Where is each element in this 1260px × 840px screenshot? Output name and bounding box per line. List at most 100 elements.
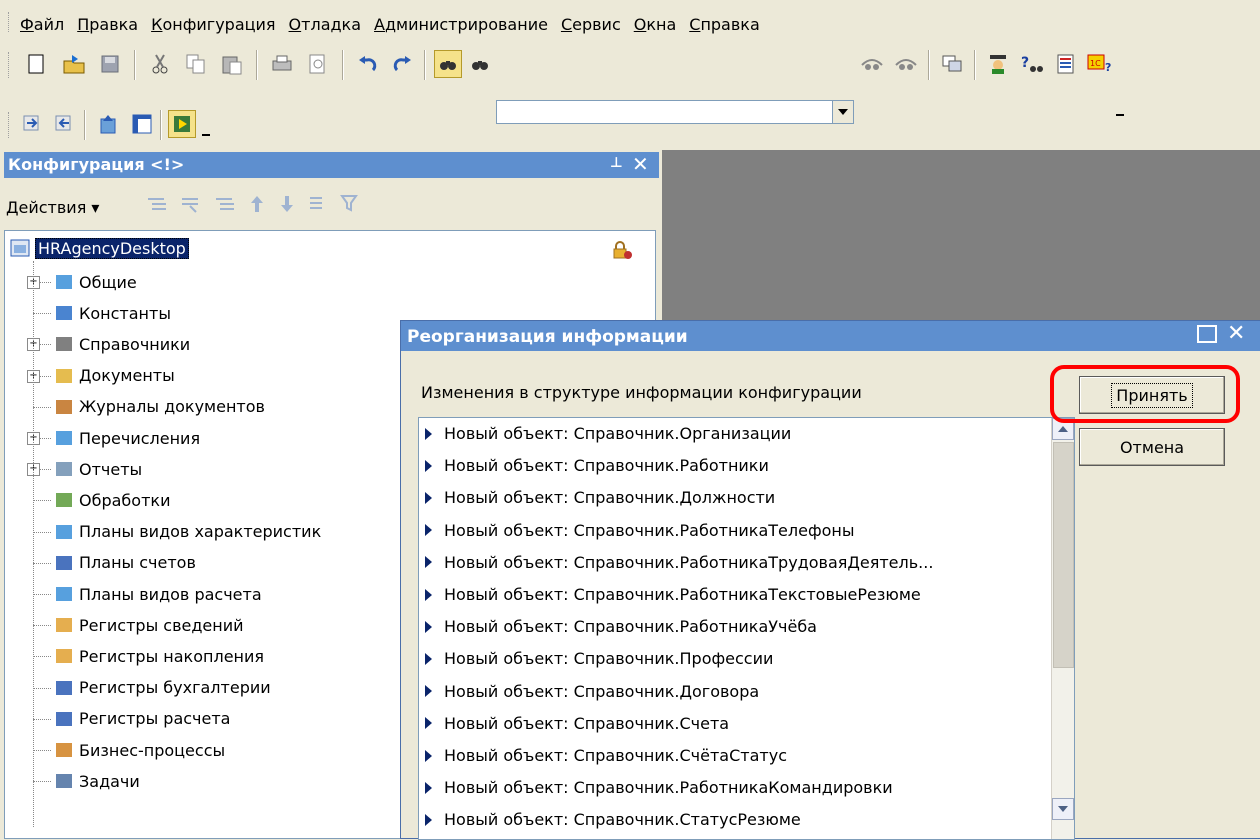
search-input[interactable] bbox=[496, 100, 834, 124]
open-config-window-icon[interactable] bbox=[128, 110, 156, 138]
menu-item[interactable]: Администрирование bbox=[374, 15, 548, 34]
sort-icon[interactable] bbox=[308, 194, 328, 214]
change-row[interactable]: Новый объект: Справочник.РаботникаУчёба bbox=[419, 611, 817, 642]
menu-item[interactable]: Правка bbox=[77, 15, 138, 34]
tree-item[interactable]: Задачи bbox=[53, 766, 140, 796]
chevron-down-icon bbox=[838, 109, 848, 115]
filter-icon[interactable] bbox=[340, 194, 360, 214]
tree-item-icon bbox=[53, 489, 75, 511]
change-row[interactable]: Новый объект: Справочник.РаботникаТексто… bbox=[419, 579, 921, 610]
change-row[interactable]: Новый объект: Справочник.СчётаСтатус bbox=[419, 740, 787, 771]
changes-list[interactable]: Новый объект: Справочник.Организации Новы… bbox=[418, 417, 1075, 840]
add-icon[interactable] bbox=[146, 194, 168, 214]
paste-icon[interactable] bbox=[218, 50, 246, 78]
move-down-icon[interactable] bbox=[280, 194, 296, 214]
menu-item[interactable]: Окна bbox=[634, 15, 677, 34]
find-next-icon[interactable] bbox=[892, 50, 920, 78]
print-icon[interactable] bbox=[268, 50, 296, 78]
new-file-icon[interactable] bbox=[22, 50, 50, 78]
menu-item[interactable]: Конфигурация bbox=[151, 15, 275, 34]
change-row[interactable]: Новый объект: Справочник.Договора bbox=[419, 676, 759, 707]
tree-item[interactable]: Справочники bbox=[53, 329, 190, 359]
copy-item-icon[interactable] bbox=[180, 194, 202, 214]
tree-item[interactable]: Регистры расчета bbox=[53, 704, 230, 734]
find-in-tree-icon[interactable] bbox=[434, 50, 462, 78]
tree-item[interactable]: Бизнес-процессы bbox=[53, 735, 225, 765]
load-config-icon[interactable] bbox=[18, 110, 46, 138]
toolbar-more-icon[interactable] bbox=[1116, 114, 1124, 116]
move-up-icon[interactable] bbox=[250, 194, 266, 214]
menu-item[interactable]: Отладка bbox=[289, 15, 361, 34]
tree-item[interactable]: Перечисления bbox=[53, 423, 200, 453]
change-text: Новый объект: Справочник.РаботникаТрудов… bbox=[444, 552, 934, 572]
maximize-icon[interactable] bbox=[1197, 325, 1217, 343]
change-row[interactable]: Новый объект: Справочник.Работники bbox=[419, 450, 769, 481]
tree-item[interactable]: Планы видов характеристик bbox=[53, 517, 321, 547]
change-row[interactable]: Новый объект: Справочник.РаботникаТрудов… bbox=[419, 547, 933, 578]
tree-item-label: Регистры сведений bbox=[79, 615, 244, 635]
about-1c-icon[interactable]: 1C? bbox=[1086, 50, 1114, 78]
cut-icon[interactable] bbox=[146, 50, 174, 78]
scroll-down-button[interactable] bbox=[1052, 798, 1074, 820]
change-row[interactable]: Новый объект: Справочник.РаботникаТелефо… bbox=[419, 515, 855, 546]
menu-item[interactable]: Справка bbox=[689, 15, 760, 34]
menu-grip[interactable] bbox=[8, 12, 12, 32]
toolbar-grip[interactable] bbox=[8, 112, 12, 138]
tree-item[interactable]: Планы видов расчета bbox=[53, 579, 262, 609]
binoculars-icon[interactable] bbox=[466, 50, 494, 78]
tree-connector bbox=[33, 594, 51, 595]
start-debugging-icon[interactable] bbox=[168, 110, 196, 138]
copy-icon[interactable] bbox=[182, 50, 210, 78]
change-row[interactable]: Новый объект: Справочник.РаботникаКоманд… bbox=[419, 772, 893, 803]
tree-item[interactable]: Планы счетов bbox=[53, 548, 196, 578]
change-row[interactable]: Новый объект: Справочник.Должности bbox=[419, 482, 775, 513]
tree-item[interactable]: Регистры сведений bbox=[53, 610, 244, 640]
change-row[interactable]: Новый объект: Справочник.СтатусРезюме bbox=[419, 804, 801, 835]
expand-arrow-icon bbox=[425, 652, 432, 665]
change-row[interactable]: Новый объект: Справочник.Профессии bbox=[419, 643, 773, 674]
update-database-icon[interactable] bbox=[94, 110, 122, 138]
tree-item[interactable]: Регистры накопления bbox=[53, 641, 264, 671]
help-contents-icon[interactable] bbox=[1052, 50, 1080, 78]
tree-item[interactable]: Общие bbox=[53, 267, 137, 297]
open-file-icon[interactable] bbox=[60, 50, 88, 78]
tree-root[interactable]: HRAgencyDesktop bbox=[9, 233, 189, 263]
tree-item[interactable]: Константы bbox=[53, 298, 171, 328]
find-previous-icon[interactable] bbox=[858, 50, 886, 78]
undo-icon[interactable] bbox=[354, 50, 382, 78]
tree-item-label: Константы bbox=[79, 303, 171, 323]
tree-item[interactable]: Журналы документов bbox=[53, 392, 265, 422]
actions-menu[interactable]: Действия ▾ bbox=[6, 198, 99, 217]
tree-item[interactable]: Регистры бухгалтерии bbox=[53, 673, 271, 703]
expand-arrow-icon bbox=[425, 459, 432, 472]
toolbar-more-icon[interactable] bbox=[202, 134, 210, 136]
tree-item-label: Регистры накопления bbox=[79, 646, 265, 666]
changes-scrollbar[interactable] bbox=[1051, 418, 1074, 839]
tree-item-icon bbox=[53, 677, 75, 699]
help-search-icon[interactable]: ? bbox=[1018, 50, 1046, 78]
tree-item[interactable]: Обработки bbox=[53, 485, 170, 515]
root-label[interactable]: HRAgencyDesktop bbox=[35, 237, 189, 259]
dialog-title: Реорганизация информации bbox=[407, 327, 688, 347]
windows-icon[interactable] bbox=[938, 50, 966, 78]
assistant-icon[interactable] bbox=[984, 50, 1012, 78]
search-dropdown-button[interactable] bbox=[832, 100, 854, 124]
change-row[interactable]: Новый объект: Справочник.Счета bbox=[419, 708, 729, 739]
edit-icon[interactable] bbox=[214, 194, 236, 214]
tree-item-icon bbox=[53, 302, 75, 324]
cancel-button[interactable]: Отмена bbox=[1079, 428, 1225, 466]
toolbar-grip[interactable] bbox=[8, 52, 12, 78]
redo-icon[interactable] bbox=[388, 50, 416, 78]
save-icon[interactable] bbox=[96, 50, 124, 78]
close-icon[interactable]: ✕ bbox=[1227, 321, 1245, 346]
menu-item[interactable]: Сервис bbox=[561, 15, 621, 34]
tree-item[interactable]: Отчеты bbox=[53, 454, 142, 484]
change-row[interactable]: Новый объект: Справочник.Организации bbox=[419, 418, 791, 449]
close-panel-icon[interactable]: ✕ bbox=[632, 152, 649, 176]
print-preview-icon[interactable] bbox=[304, 50, 332, 78]
save-config-icon[interactable] bbox=[50, 110, 78, 138]
menu-item[interactable]: Файл bbox=[20, 15, 64, 34]
pin-icon[interactable]: ⊥ bbox=[610, 155, 623, 171]
tree-item[interactable]: Документы bbox=[53, 361, 175, 391]
scrollbar-thumb[interactable] bbox=[1053, 442, 1074, 668]
